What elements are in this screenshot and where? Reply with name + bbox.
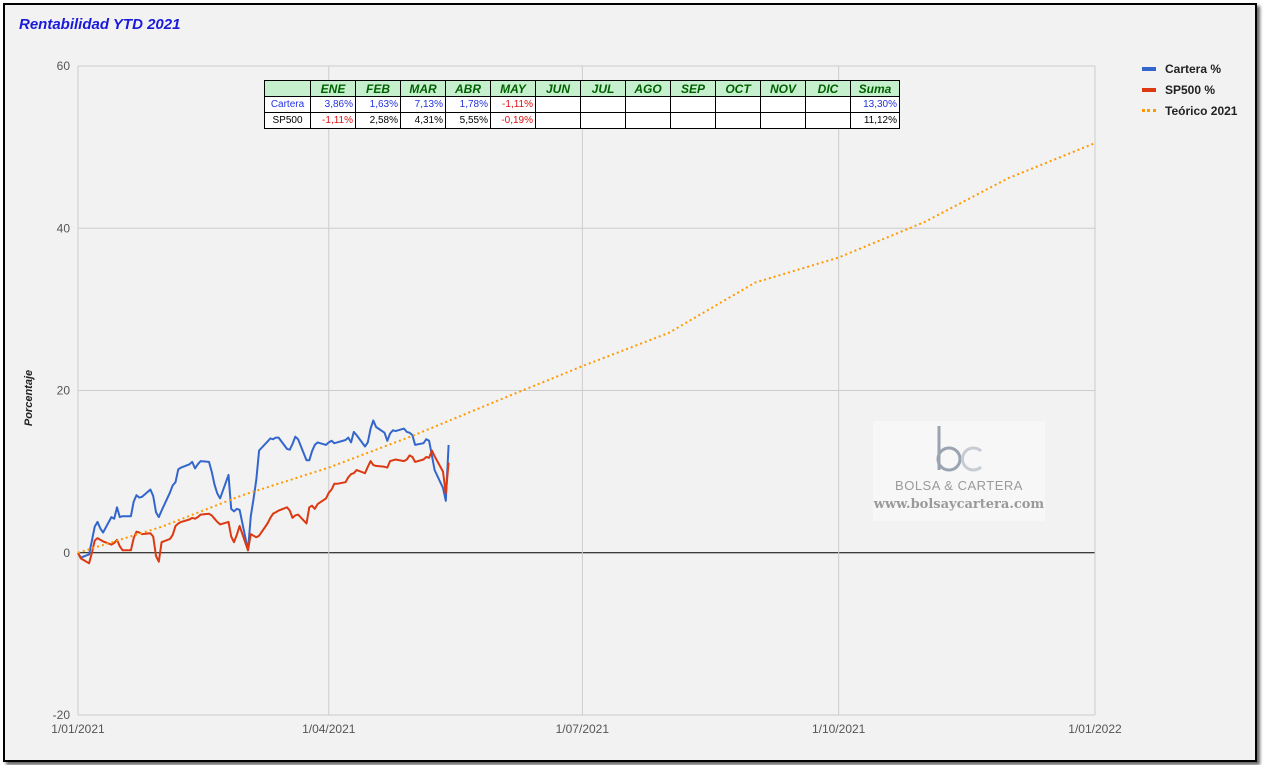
y-axis-label: Porcentaje [23,369,35,427]
legend-item-cartera[interactable]: Cartera % [1142,58,1237,79]
table-header-cell: DIC [805,80,851,97]
table-row: Cartera 3,86% 1,63% 7,13% 1,78% -1,11% 13,30% [264,96,900,113]
table-cell [715,96,761,113]
legend-label-sp500: SP500 % [1165,82,1216,97]
table-cell: 1,78% [445,96,491,113]
table-cell: 11,12% [850,112,900,129]
y-tick-label: 40 [57,221,71,235]
table-cell [760,112,806,129]
x-tick-label: 1/07/2021 [556,722,610,736]
table-header-cell: NOV [760,80,806,97]
x-tick-label: 1/04/2021 [302,722,356,736]
legend-label-teorico: Teórico 2021 [1165,103,1238,118]
table-header-cell: JUN [535,80,581,97]
table-cell [580,96,626,113]
y-tick-label: 0 [63,546,70,560]
watermark-brand: BOLSA & CARTERA [895,478,1023,493]
table-header-cell: Suma [850,80,900,97]
table-header-cell: JUL [580,80,626,97]
table-cell: -1,11% [310,112,356,129]
table-cell [760,96,806,113]
table-cell: -0,19% [490,112,536,129]
table-cell [670,96,716,113]
table-row-label: Cartera [264,96,311,113]
table-cell [625,112,671,129]
chart-title: Rentabilidad YTD 2021 [19,16,181,33]
table-header-row: ENE FEB MAR ABR MAY JUN JUL AGO SEP OCT NOV DIC Suma [264,80,900,97]
table-row-label: SP500 [264,112,311,129]
table-header-cell: ENE [310,80,356,97]
table-header-cell: AGO [625,80,671,97]
table-cell [625,96,671,113]
table-cell: 13,30% [850,96,900,113]
table-cell: 3,86% [310,96,356,113]
x-tick-label: 1/10/2021 [812,722,866,736]
x-tick-label: 1/01/2022 [1068,722,1122,736]
table-cell [670,112,716,129]
table-cell: 1,63% [355,96,401,113]
table-row: SP500 -1,11% 2,58% 4,31% 5,55% -0,19% 11,12% [264,112,900,129]
legend: Cartera % SP500 % Teórico 2021 [1142,58,1237,121]
y-tick-label: 20 [57,384,71,398]
table-header-cell: MAR [400,80,446,97]
watermark: BOLSA & CARTERA www.bolsaycartera.com [873,421,1045,521]
table-cell: 5,55% [445,112,491,129]
table-header-cell [264,80,311,97]
table-cell [715,112,761,129]
table-header-cell: SEP [670,80,716,97]
table-header-cell: FEB [355,80,401,97]
table-header-cell: OCT [715,80,761,97]
table-cell [535,96,581,113]
table-cell [580,112,626,129]
table-cell: -1,11% [490,96,536,113]
legend-item-teorico[interactable]: Teórico 2021 [1142,100,1237,121]
table-cell [535,112,581,129]
table-cell [805,112,851,129]
x-tick-label: 1/01/2021 [51,722,105,736]
legend-swatch-sp500 [1142,87,1156,92]
table-header-cell: ABR [445,80,491,97]
legend-item-sp500[interactable]: SP500 % [1142,79,1237,100]
watermark-url: www.bolsaycartera.com [873,497,1045,512]
legend-label-cartera: Cartera % [1165,61,1222,76]
table-header-cell: MAY [490,80,536,97]
table-cell: 4,31% [400,112,446,129]
table-cell [805,96,851,113]
legend-swatch-teorico [1142,109,1156,112]
bc-logo-icon [936,426,983,472]
y-tick-label: -20 [53,708,71,722]
y-tick-label: 60 [57,59,71,73]
legend-swatch-cartera [1142,66,1156,71]
table-cell: 7,13% [400,96,446,113]
monthly-returns-table: ENE FEB MAR ABR MAY JUN JUL AGO SEP OCT NOV DIC Suma… [264,80,900,129]
table-cell: 2,58% [355,112,401,129]
